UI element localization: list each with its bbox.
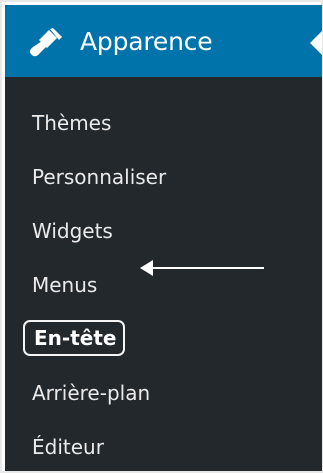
submenu-item-en-tete[interactable]: En-tête [23,320,126,356]
submenu-item-themes[interactable]: Thèmes [32,109,111,137]
submenu-item-editeur[interactable]: Éditeur [32,433,104,461]
menu-item-apparence[interactable]: Apparence [5,5,322,77]
admin-sidebar-menu: Apparence Thèmes Personnaliser Widgets M… [5,5,322,471]
submenu-item-arriere-plan[interactable]: Arrière-plan [32,379,150,407]
submenu-item-personnaliser[interactable]: Personnaliser [32,163,166,191]
annotation-arrow [140,260,264,276]
menu-item-label: Apparence [80,27,213,56]
submenu-item-widgets[interactable]: Widgets [32,217,113,245]
submenu-item-menus[interactable]: Menus [32,271,97,299]
screenshot-frame: Apparence Thèmes Personnaliser Widgets M… [0,0,323,473]
paintbrush-icon [29,28,62,57]
current-menu-indicator [310,31,322,55]
